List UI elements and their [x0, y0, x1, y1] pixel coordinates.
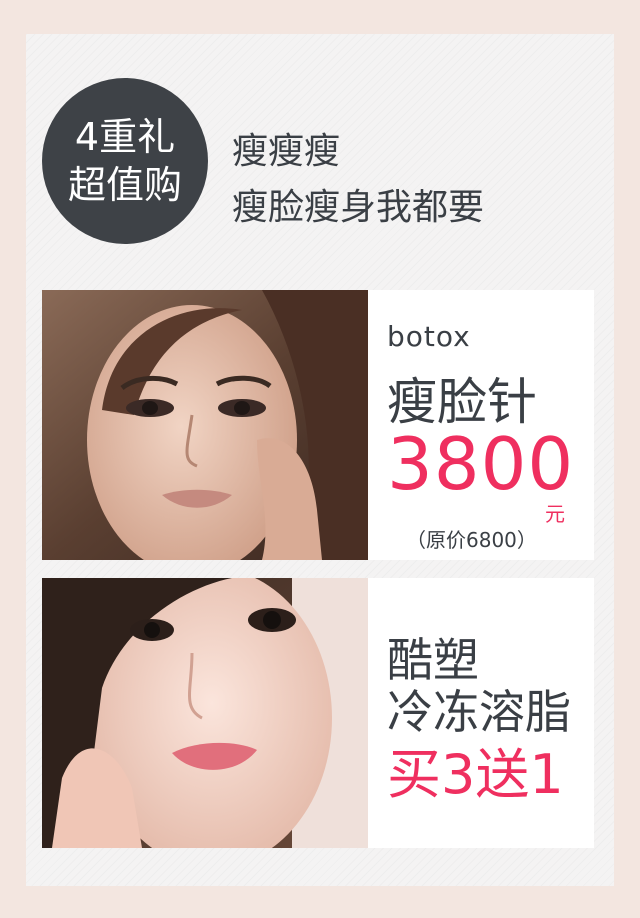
model-photo-2 — [42, 578, 368, 848]
product-english-name: botox — [387, 320, 471, 353]
offer-text: 买3送1 — [387, 743, 564, 806]
price-unit: 元 — [545, 502, 565, 526]
badge-line-1: 4重礼 — [74, 115, 176, 159]
product-card-botox[interactable]: botox 瘦脸针 3800 元 （原价6800） — [42, 290, 594, 560]
model-photo-1 — [42, 290, 368, 560]
product-price: 3800 — [387, 422, 575, 506]
badge-line-2: 超值购 — [67, 163, 182, 207]
original-price: （原价6800） — [406, 528, 537, 552]
product-card-coolsculpting[interactable]: 酷塑 冷冻溶脂 买3送1 — [42, 578, 594, 848]
promo-badge: 4重礼 超值购 — [42, 78, 208, 244]
headline: 瘦瘦瘦 瘦脸瘦身我都要 — [232, 124, 484, 236]
headline-line-2: 瘦脸瘦身我都要 — [232, 187, 485, 228]
headline-line-1: 瘦瘦瘦 — [232, 131, 341, 172]
